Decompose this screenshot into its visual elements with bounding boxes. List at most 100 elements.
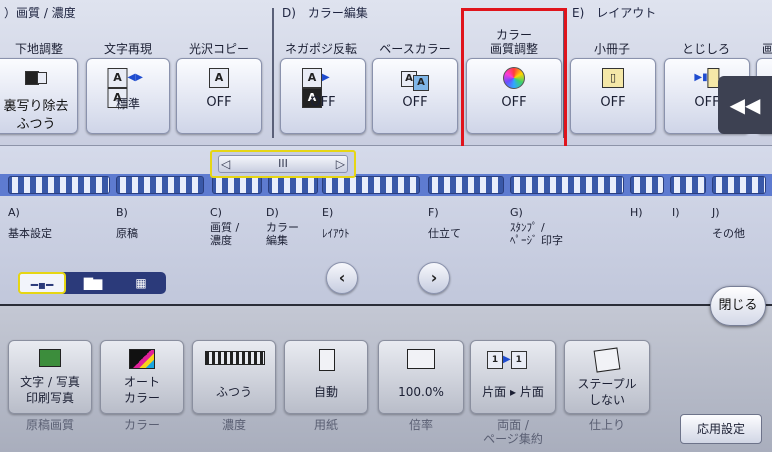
gloss-copy-title: 光沢コピー xyxy=(188,42,249,56)
nav-tab-stamp[interactable] xyxy=(510,176,624,194)
negapos-title: ネガポジ反転 xyxy=(284,42,357,56)
collapse-panel-button[interactable]: ◀◀ xyxy=(718,76,772,134)
summary-finishing-line1: ステープル xyxy=(577,377,637,391)
nav-label-i: I) xyxy=(672,206,680,219)
group-header-quality: ）画質 / 濃度 xyxy=(4,6,76,20)
nav-tab-color-edit[interactable] xyxy=(268,176,318,194)
text-repro-title: 文字再現 xyxy=(103,42,152,56)
booklet-title: 小冊子 xyxy=(593,42,630,56)
nav-label-j: J) その他 xyxy=(712,206,745,240)
close-button[interactable]: 閉じる xyxy=(710,286,766,326)
caption-density: 濃度 xyxy=(221,418,246,432)
text-photo-icon xyxy=(39,349,61,367)
nav-label-e: E) ﾚｲｱｳﾄ xyxy=(322,206,350,240)
summary-paper[interactable]: 自動 xyxy=(284,340,368,414)
cmyk-icon xyxy=(129,349,155,369)
chevron-left-icon: ‹ xyxy=(338,268,346,287)
view-list-button[interactable]: ━▪━ xyxy=(18,272,66,294)
summary-paper-value: 自動 xyxy=(313,385,338,399)
color-wheel-icon xyxy=(503,67,525,93)
nav-tab-layout[interactable] xyxy=(322,176,420,194)
duplex-icon: 1 ▶ 1 xyxy=(487,349,541,369)
nav-tab-h[interactable] xyxy=(630,176,664,194)
nav-label-f: F) 仕立て xyxy=(428,206,461,240)
nav-tab-basic[interactable] xyxy=(8,176,110,194)
nav-label-c: C) 画質 / 濃度 xyxy=(210,206,240,247)
copy-settings-screen: ）画質 / 濃度 D) カラー編集 E) レイアウト 下地調整 文字再現 光沢コ… xyxy=(0,0,772,452)
gloss-copy-value: OFF xyxy=(206,95,232,110)
nav-label-h: H) xyxy=(630,206,643,219)
binding-margin-icon: ▶▮ xyxy=(694,67,720,88)
summary-color[interactable]: オート カラー xyxy=(100,340,184,414)
bg-adjust-icon xyxy=(25,67,47,86)
caption-duplex: 両面 / ページ集約 xyxy=(483,418,543,446)
base-color-icon: AA xyxy=(401,67,429,91)
base-color-value: OFF xyxy=(402,95,428,110)
prev-page-button[interactable]: ‹ xyxy=(326,262,358,294)
caption-paper: 用紙 xyxy=(313,418,338,432)
caption-original-quality: 原稿画質 xyxy=(25,418,74,432)
summary-original-quality-line1: 文字 / 写真 xyxy=(20,375,80,389)
negapos-value: OFF xyxy=(310,95,336,110)
chevron-right-icon: › xyxy=(430,268,438,287)
nav-label-g: G) ｽﾀﾝﾌﾟ / ﾍﾟｰｼﾞ 印字 xyxy=(510,206,563,247)
view-grid-button[interactable]: ▦ xyxy=(118,272,164,294)
caption-color: カラー xyxy=(123,418,160,432)
nav-tab-i[interactable] xyxy=(670,176,706,194)
bg-adjust-button[interactable]: 裏写り除去 ふつう xyxy=(0,58,78,134)
function-panel: ）画質 / 濃度 D) カラー編集 E) レイアウト 下地調整 文字再現 光沢コ… xyxy=(0,0,772,146)
color-adjust-value: OFF xyxy=(501,95,527,110)
binding-title: とじしろ xyxy=(681,42,730,56)
group-header-color-edit: D) カラー編集 xyxy=(282,6,368,20)
negapos-button[interactable]: A ▶A OFF xyxy=(280,58,366,134)
gloss-icon: A xyxy=(209,67,229,88)
view-mode-toggle: ━▪━ ▇▆ ▦ xyxy=(18,272,166,294)
caption-finishing: 仕上り xyxy=(588,418,625,432)
view-card-button[interactable]: ▇▆ xyxy=(70,272,116,294)
text-repro-button[interactable]: A ◀▶A 標準 xyxy=(86,58,170,134)
scroll-left-icon: ◁ xyxy=(221,157,231,171)
summary-original-quality-line2: 印刷写真 xyxy=(25,391,74,405)
bg-adjust-title: 下地調整 xyxy=(14,42,63,56)
color-adjust-title-2: 画質調整 xyxy=(489,42,538,56)
cut-title: 画 xyxy=(761,42,772,56)
booklet-button[interactable]: ▯ OFF xyxy=(570,58,656,134)
summary-zoom-value: 100.0% xyxy=(398,385,444,399)
color-adjust-button[interactable]: OFF xyxy=(466,58,562,134)
staple-icon xyxy=(593,347,621,373)
nav-tab-original[interactable] xyxy=(116,176,204,194)
summary-duplex-value: 片面 ▸ 片面 xyxy=(482,385,544,399)
summary-density-value: ふつう xyxy=(215,385,252,399)
grip-icon: III xyxy=(278,157,288,170)
summary-color-line2: カラー xyxy=(123,391,160,405)
nav-label-a: A) 基本設定 xyxy=(8,206,52,240)
scroll-thumb[interactable]: ◁ III ▷ xyxy=(218,155,348,173)
next-page-button[interactable]: › xyxy=(418,262,450,294)
zoom-icon xyxy=(407,349,435,369)
grid-view-icon: ▦ xyxy=(135,276,147,290)
group-header-layout: E) レイアウト xyxy=(572,6,657,20)
density-scale-icon xyxy=(205,351,265,365)
scroll-right-icon: ▷ xyxy=(335,157,345,171)
gloss-copy-button[interactable]: A OFF xyxy=(176,58,262,134)
booklet-value: OFF xyxy=(600,95,626,110)
caption-zoom: 倍率 xyxy=(408,418,433,432)
text-repro-value: 標準 xyxy=(115,97,140,111)
summary-duplex[interactable]: 1 ▶ 1 片面 ▸ 片面 xyxy=(470,340,556,414)
category-navigator: ◁ III ▷ A) 基本設定 B) 原稿 C) 画質 / 濃度 D) カラー 編集 E) ﾚ… xyxy=(0,146,772,306)
nav-tab-quality[interactable] xyxy=(212,176,262,194)
base-color-button[interactable]: AA OFF xyxy=(372,58,458,134)
nav-tab-other[interactable] xyxy=(712,176,766,194)
summary-finishing[interactable]: ステープル しない xyxy=(564,340,650,414)
advanced-settings-button[interactable]: 応用設定 xyxy=(680,414,762,444)
summary-density[interactable]: ふつう xyxy=(192,340,276,414)
summary-zoom[interactable]: 100.0% xyxy=(378,340,464,414)
list-view-icon: ━▪━ xyxy=(30,278,54,292)
nav-tab-finishing[interactable] xyxy=(428,176,504,194)
summary-color-line1: オート xyxy=(123,375,160,389)
nav-scroll-indicator[interactable]: ◁ III ▷ xyxy=(210,150,356,178)
bg-adjust-value-1: 裏写り除去 xyxy=(3,99,69,114)
summary-original-quality[interactable]: 文字 / 写真 印刷写真 xyxy=(8,340,92,414)
card-view-icon: ▇▆ xyxy=(83,276,103,290)
divider xyxy=(272,8,274,138)
